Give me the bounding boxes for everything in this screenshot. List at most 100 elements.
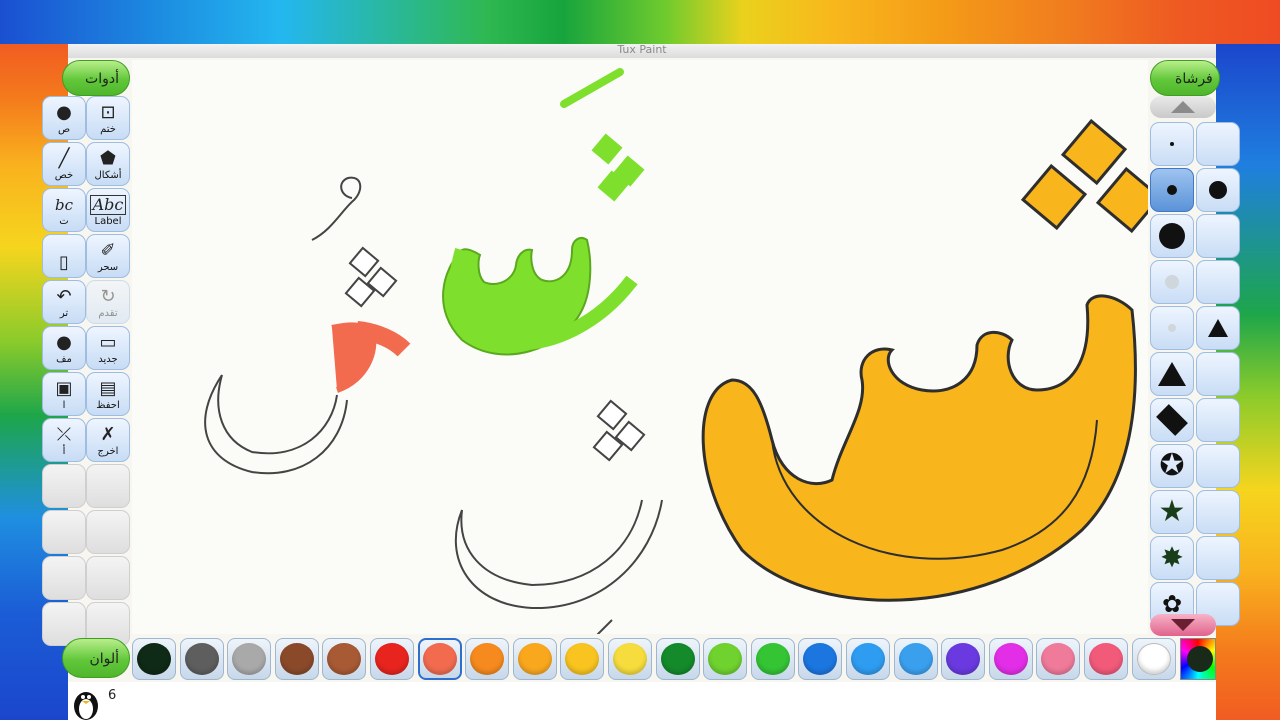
shapes-icon: ⬟ xyxy=(100,148,116,169)
tool-label: أ xyxy=(62,446,66,457)
color-swatch[interactable] xyxy=(941,638,986,680)
color-swatch[interactable] xyxy=(322,638,367,680)
color-swatch[interactable] xyxy=(512,638,557,680)
color-swatch[interactable] xyxy=(465,638,510,680)
exit-icon: ⤫ xyxy=(56,424,72,445)
tool-undo[interactable]: ↶ تر xyxy=(42,280,86,324)
tool-label: تقدم xyxy=(98,308,118,319)
new-icon: ▭ xyxy=(99,332,117,353)
magic-icon: ✐ xyxy=(100,240,116,261)
paint-icon: ● xyxy=(56,102,72,123)
color-swatch[interactable] xyxy=(132,638,176,680)
color-swatch[interactable] xyxy=(560,638,605,680)
color-swatch[interactable] xyxy=(417,638,462,680)
triangle-icon xyxy=(1158,362,1186,386)
tool-paint[interactable]: ● ص xyxy=(42,96,86,140)
brush-small-dot[interactable] xyxy=(1150,168,1194,212)
color-dot xyxy=(851,643,885,675)
color-dot xyxy=(137,643,171,675)
flower-icon: ✿ xyxy=(1161,590,1183,618)
color-dot xyxy=(279,643,314,675)
custom-color-picker[interactable] xyxy=(1180,638,1216,680)
tool-text[interactable]: bc ت xyxy=(42,188,86,232)
tool-redo[interactable]: ↻ تقدم xyxy=(86,280,130,324)
brush-star-outline[interactable]: ✪ xyxy=(1150,444,1194,488)
color-dot xyxy=(422,643,457,675)
color-swatch[interactable] xyxy=(703,638,748,680)
brush-extra[interactable] xyxy=(1196,352,1240,396)
brush-scroll-up-button[interactable] xyxy=(1150,96,1216,118)
color-swatch[interactable] xyxy=(608,638,652,680)
letter-sheen-kasra-outline xyxy=(454,399,663,634)
brush-triangle[interactable] xyxy=(1150,352,1194,396)
star-outline-icon: ✪ xyxy=(1159,448,1185,483)
color-swatch[interactable] xyxy=(1131,638,1176,680)
brush-tiny-dot[interactable] xyxy=(1150,122,1194,166)
tool-quit[interactable]: ✗ اخرج xyxy=(86,418,130,462)
picker-preview-dot xyxy=(1187,646,1213,672)
color-swatch[interactable] xyxy=(798,638,843,680)
color-swatch[interactable] xyxy=(893,638,938,680)
text-icon: bc xyxy=(54,196,73,214)
rainbow-border-top xyxy=(0,0,1280,44)
tool-empty-slot xyxy=(86,510,130,554)
tool-empty-slot xyxy=(42,464,86,508)
color-swatch[interactable] xyxy=(988,638,1033,680)
tool-lines[interactable]: ╱ خص xyxy=(42,142,86,186)
color-swatch[interactable] xyxy=(655,638,700,680)
tool-label[interactable]: Abc Label xyxy=(86,188,130,232)
faint-dot-icon xyxy=(1168,324,1176,332)
tool-empty-slot xyxy=(86,464,130,508)
tool-new[interactable]: ▭ جديد xyxy=(86,326,130,370)
brush-soft-dot[interactable] xyxy=(1150,260,1194,304)
brush-star[interactable]: ★ xyxy=(1150,490,1194,534)
tool-exit[interactable]: ⤫ أ xyxy=(42,418,86,462)
color-dot xyxy=(946,643,981,675)
brush-scroll-down-button[interactable] xyxy=(1150,614,1216,636)
tool-label: ا xyxy=(62,400,66,411)
tool-stamp[interactable]: ⊡ ختم xyxy=(86,96,130,140)
diamond-icon xyxy=(1156,404,1188,436)
color-swatch[interactable] xyxy=(1036,638,1081,680)
color-dot xyxy=(517,643,552,675)
tool-magic[interactable]: ✐ سحر xyxy=(86,234,130,278)
color-swatch[interactable] xyxy=(274,638,319,680)
tiny-dot-icon xyxy=(1170,142,1174,146)
brush-extra[interactable] xyxy=(1196,306,1240,350)
color-swatch[interactable] xyxy=(750,638,795,680)
arrow-up-icon xyxy=(1171,101,1195,113)
drawing-canvas[interactable] xyxy=(132,60,1148,634)
brush-extra[interactable] xyxy=(1196,490,1240,534)
color-dot xyxy=(327,643,362,675)
color-swatch[interactable] xyxy=(179,638,224,680)
save-icon: ▤ xyxy=(99,378,117,399)
tool-save[interactable]: ▤ احفظ xyxy=(86,372,130,416)
brushes-header: فرشاة xyxy=(1150,60,1220,96)
brush-extra[interactable] xyxy=(1196,214,1240,258)
brush-extra[interactable] xyxy=(1196,398,1240,442)
brush-star-burst[interactable]: ✸ xyxy=(1150,536,1194,580)
color-swatch[interactable] xyxy=(370,638,414,680)
color-dot xyxy=(755,643,790,675)
star-burst-icon: ✸ xyxy=(1160,541,1184,574)
tool-shapes[interactable]: ⬟ أشكال xyxy=(86,142,130,186)
color-dot xyxy=(993,643,1028,675)
color-dot xyxy=(660,643,695,675)
color-dot xyxy=(898,643,933,675)
brush-diamond[interactable] xyxy=(1150,398,1194,442)
triangle-icon xyxy=(1208,319,1228,337)
color-swatch[interactable] xyxy=(1084,638,1128,680)
brush-extra[interactable] xyxy=(1196,260,1240,304)
brush-extra[interactable] xyxy=(1196,122,1240,166)
tool-eraser[interactable]: ▯ xyxy=(42,234,86,278)
brush-extra[interactable] xyxy=(1196,168,1240,212)
brush-extra[interactable] xyxy=(1196,444,1240,488)
quit-icon: ✗ xyxy=(100,424,116,445)
brush-faint-dot[interactable] xyxy=(1150,306,1194,350)
brush-large-dot[interactable] xyxy=(1150,214,1194,258)
brush-extra[interactable] xyxy=(1196,536,1240,580)
tool-print[interactable]: ▣ ا xyxy=(42,372,86,416)
color-swatch[interactable] xyxy=(846,638,890,680)
color-swatch[interactable] xyxy=(227,638,272,680)
tool-open[interactable]: ● مف xyxy=(42,326,86,370)
